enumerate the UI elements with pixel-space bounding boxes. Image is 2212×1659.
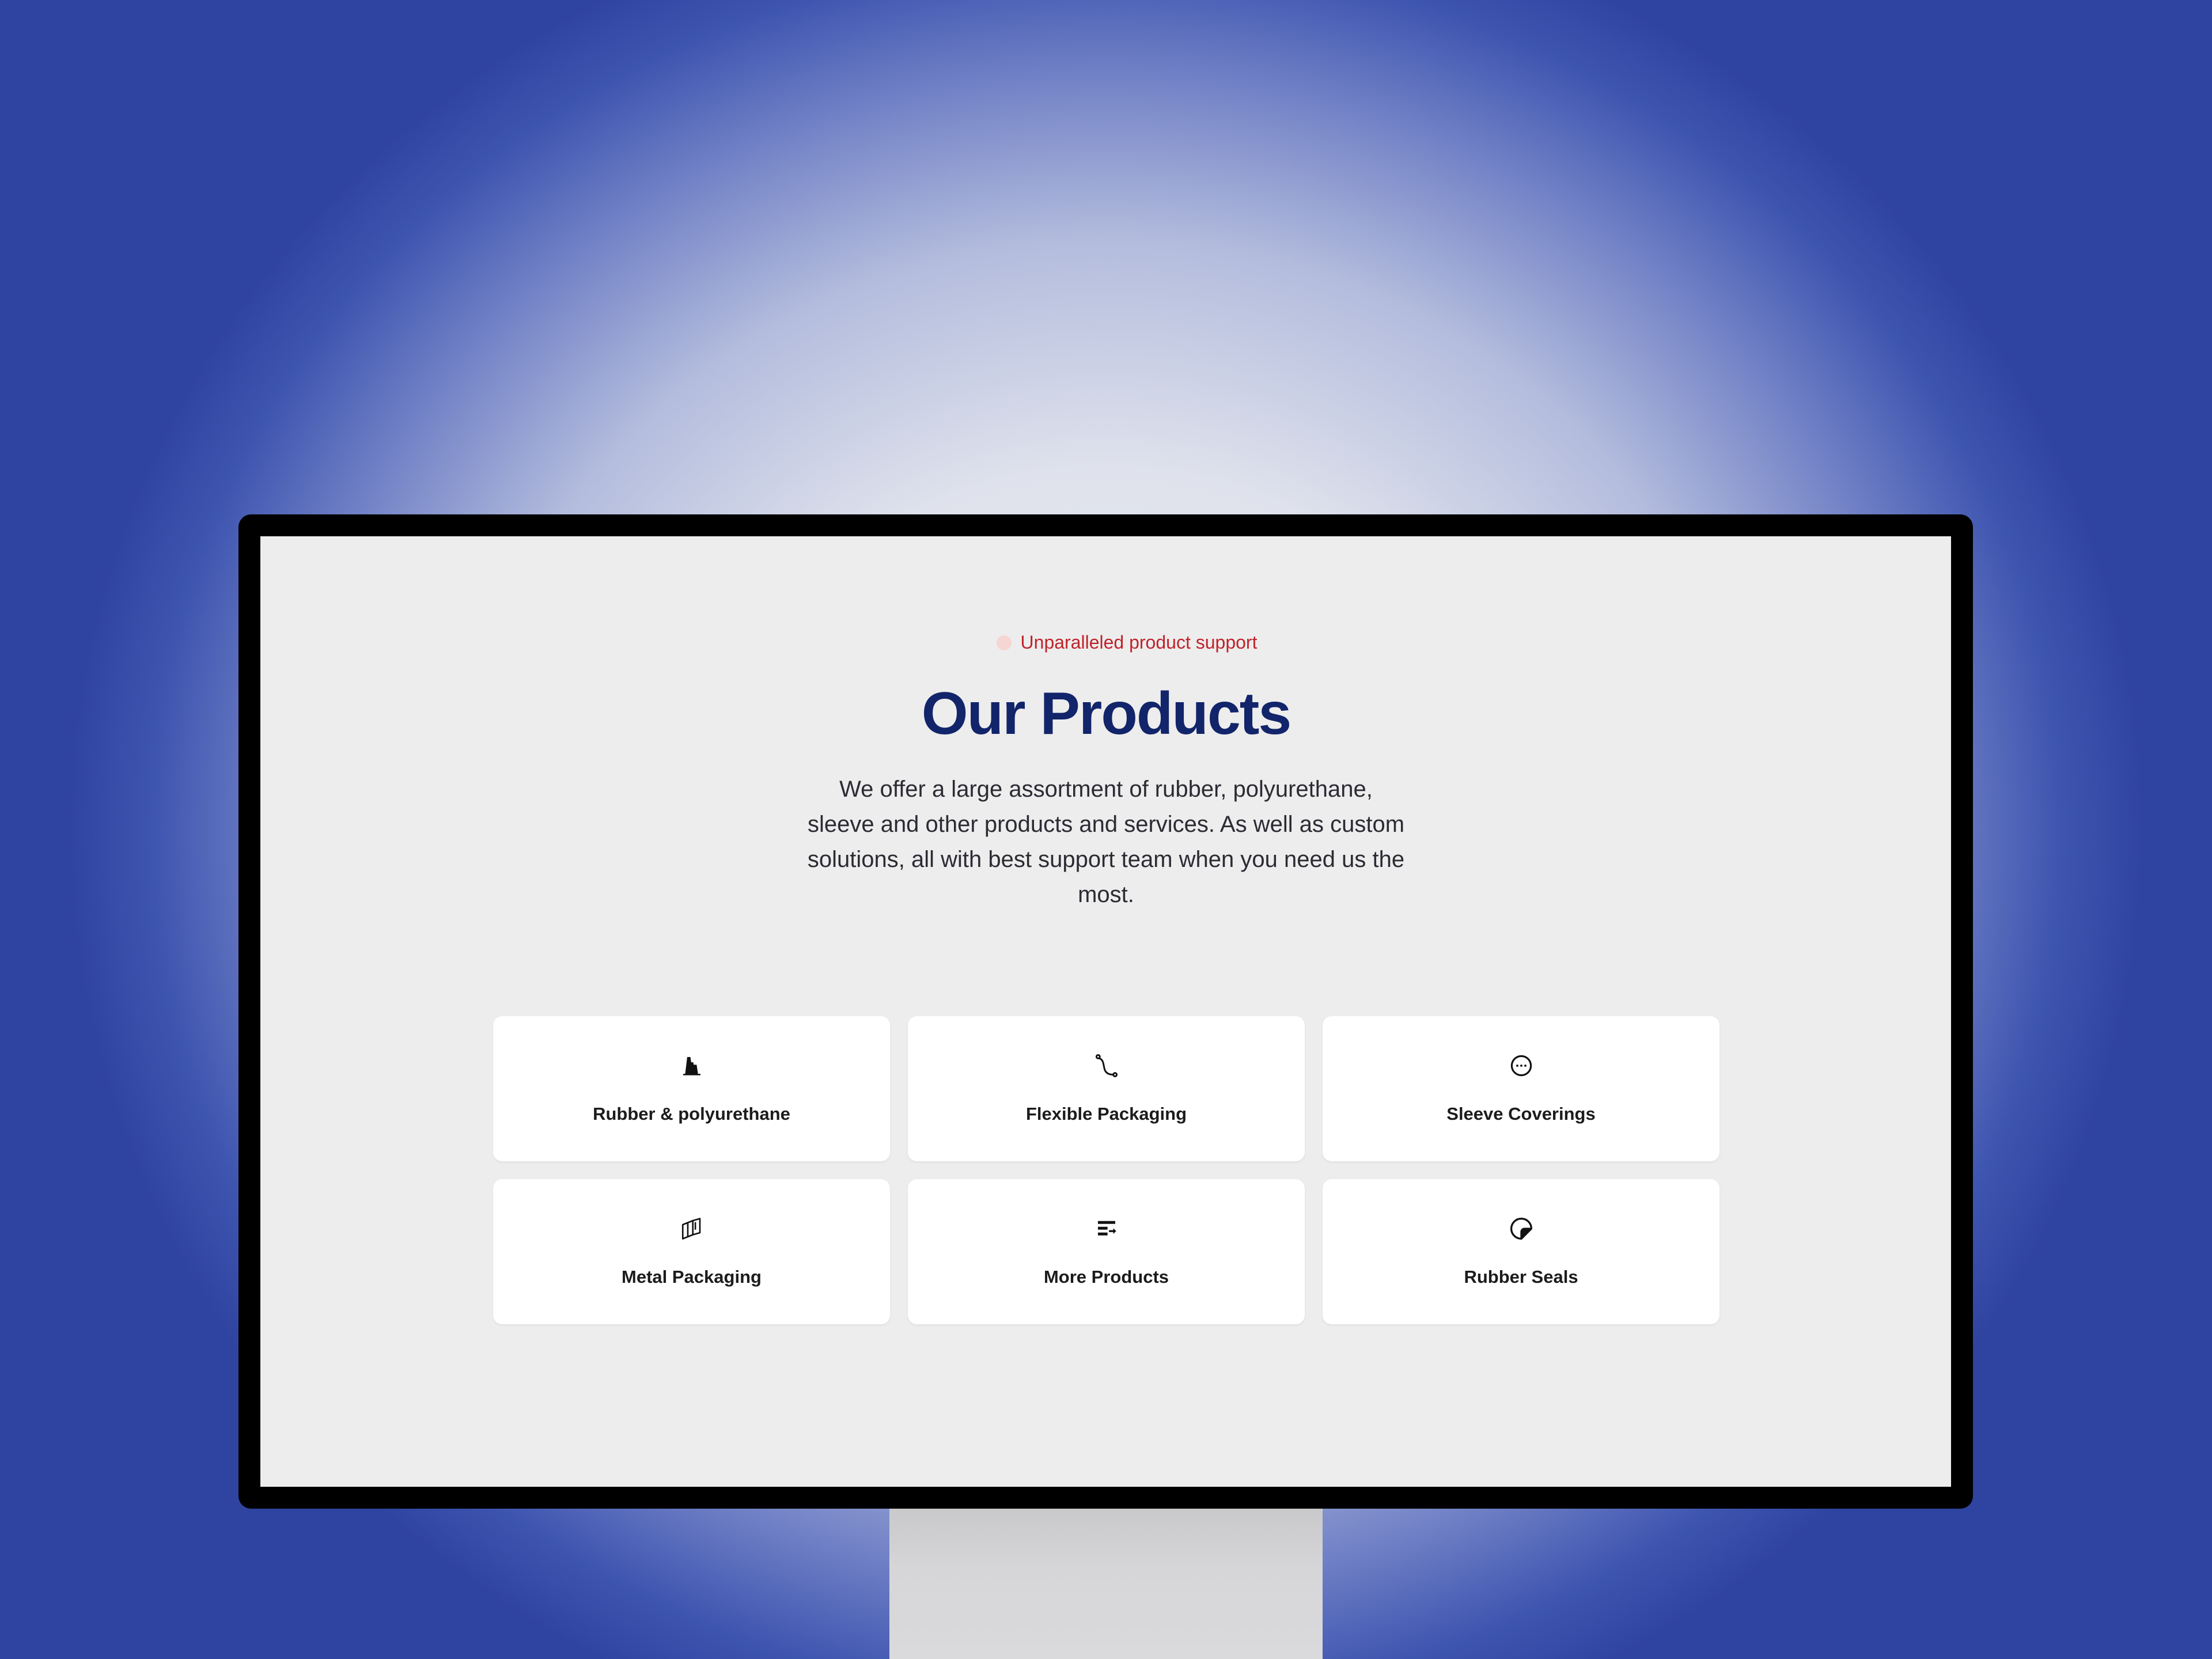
product-card-rubber-polyurethane[interactable]: Rubber & polyurethane (493, 1016, 890, 1161)
factory-icon (679, 1053, 704, 1078)
page-description: We offer a large assortment of rubber, p… (807, 777, 1405, 907)
product-card-rubber-seals[interactable]: Rubber Seals (1323, 1179, 1719, 1324)
product-card-sleeve-coverings[interactable]: Sleeve Coverings (1323, 1016, 1719, 1161)
page-title: Our Products (921, 680, 1292, 747)
circle-ellipsis-icon (1509, 1053, 1534, 1078)
product-grid: Rubber & polyurethane Flexible Packaging… (493, 1016, 1720, 1324)
eyebrow-badge: Unparalleled product support (21, 632, 2212, 653)
product-card-label: Rubber Seals (1464, 1267, 1578, 1287)
list-arrow-icon (1094, 1216, 1119, 1241)
badge-dot-icon (996, 635, 1012, 650)
screen (260, 536, 1951, 1487)
product-card-label: Rubber & polyurethane (593, 1104, 790, 1124)
product-card-label: Metal Packaging (622, 1267, 762, 1287)
product-card-label: More Products (1043, 1267, 1169, 1287)
monitor-stand (889, 1509, 1323, 1659)
product-card-label: Sleeve Coverings (1446, 1104, 1596, 1124)
product-card-flexible-packaging[interactable]: Flexible Packaging (908, 1016, 1305, 1161)
eyebrow-text: Unparalleled product support (1020, 632, 1257, 653)
product-card-metal-packaging[interactable]: Metal Packaging (493, 1179, 890, 1324)
product-card-more-products[interactable]: More Products (908, 1179, 1305, 1324)
sticker-icon (1509, 1216, 1534, 1241)
curve-path-icon (1094, 1053, 1119, 1078)
stacked-boxes-icon (679, 1216, 704, 1241)
monitor-frame (238, 514, 1973, 1509)
product-card-label: Flexible Packaging (1025, 1104, 1187, 1124)
